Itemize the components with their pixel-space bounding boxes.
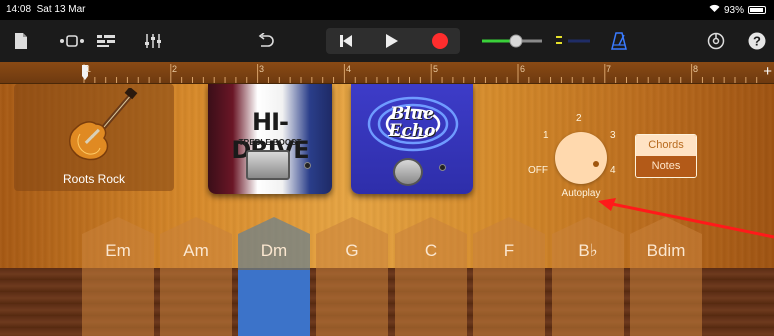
chord-strip-am[interactable]: Am — [160, 217, 232, 336]
chord-strip-em[interactable]: Em — [82, 217, 154, 336]
record-icon[interactable] — [426, 27, 454, 55]
status-bar: 14:08 Sat 13 Mar 93% — [0, 0, 774, 20]
bar-number: 4 — [346, 64, 352, 74]
chord-name: Em — [105, 241, 131, 260]
autoplay-4-label[interactable]: 4 — [610, 165, 616, 176]
play-icon[interactable] — [378, 27, 406, 55]
autoplay-1-label[interactable]: 1 — [543, 130, 549, 141]
bar-number: 1 — [86, 64, 92, 74]
chord-strip-background — [160, 217, 232, 336]
hi-drive-pedal[interactable]: HI-DRIVE TREBLE BOOST — [208, 84, 332, 194]
wifi-icon — [709, 4, 720, 16]
chord-name: F — [503, 241, 515, 260]
chord-strip-background — [316, 217, 388, 336]
svg-text:?: ? — [753, 34, 761, 49]
mixer-icon[interactable] — [140, 27, 166, 55]
blue-echo-pedal[interactable]: Blue Echo — [351, 84, 473, 194]
master-volume-slider[interactable] — [480, 27, 594, 55]
footswitch[interactable] — [246, 150, 290, 180]
pedal-subtitle: TREBLE BOOST — [238, 138, 302, 147]
chord-strip-c[interactable]: C — [395, 217, 467, 336]
bar-number: 6 — [520, 64, 526, 74]
undo-icon[interactable] — [254, 27, 278, 55]
settings-icon[interactable] — [702, 27, 730, 55]
chords-mode-button[interactable]: Chords — [636, 135, 696, 156]
help-icon[interactable]: ? — [744, 27, 770, 55]
led-indicator — [304, 162, 311, 169]
bar-number: 7 — [606, 64, 612, 74]
chord-name: C — [424, 241, 438, 260]
bar-number: 2 — [172, 64, 178, 74]
chords-notes-toggle[interactable]: Chords Notes — [635, 134, 697, 178]
autoplay-off-label[interactable]: OFF — [528, 165, 548, 176]
annotation-arrow — [598, 198, 774, 239]
notes-mode-button[interactable]: Notes — [636, 156, 696, 177]
instrument-name: Roots Rock — [62, 172, 126, 186]
autoplay-3-label[interactable]: 3 — [610, 130, 616, 141]
chord-name: Am — [183, 241, 209, 260]
chord-strip-background — [473, 217, 545, 336]
clock: 14:08 — [6, 4, 32, 15]
chord-pressed-indicator — [238, 270, 310, 336]
pedal-title: Blue Echo — [369, 106, 455, 140]
date: Sat 13 Mar — [36, 4, 86, 15]
add-section-button[interactable]: + — [763, 64, 772, 79]
autoplay-knob[interactable] — [555, 132, 607, 184]
bar-number: 5 — [433, 64, 439, 74]
bar-number: 3 — [259, 64, 265, 74]
chord-strip-background — [82, 217, 154, 336]
chord-strip-f[interactable]: F — [473, 217, 545, 336]
led-indicator — [439, 164, 446, 171]
knob-indicator — [593, 161, 599, 167]
instrument-selector[interactable]: Roots Rock — [14, 84, 174, 191]
pedal-title-line-2: Echo — [388, 121, 436, 141]
ruler-ticks — [82, 64, 758, 83]
chord-strip-g[interactable]: G — [316, 217, 388, 336]
toolbar: ? — [0, 20, 774, 62]
battery-percent: 93% — [723, 4, 744, 16]
status-indicators: 93% — [709, 4, 766, 16]
chord-name: G — [345, 241, 359, 260]
rewind-icon[interactable] — [332, 27, 360, 55]
chord-name: Dm — [260, 241, 288, 260]
chord-strip-background — [395, 217, 467, 336]
autoplay-2-label[interactable]: 2 — [576, 113, 582, 124]
tracks-icon[interactable] — [94, 27, 118, 55]
battery-icon — [748, 6, 766, 14]
chord-strip-dm[interactable]: Dm — [238, 217, 310, 336]
bar-number: 8 — [693, 64, 699, 74]
guitar-icon — [69, 88, 138, 161]
footswitch[interactable] — [393, 158, 423, 186]
document-icon[interactable] — [8, 27, 34, 55]
status-time: 14:08 Sat 13 Mar — [6, 4, 86, 15]
timeline-ruler[interactable]: 1 2 3 4 5 6 7 8 + — [0, 62, 774, 84]
view-toggle-icon[interactable] — [58, 27, 86, 55]
metronome-icon[interactable] — [606, 27, 632, 55]
